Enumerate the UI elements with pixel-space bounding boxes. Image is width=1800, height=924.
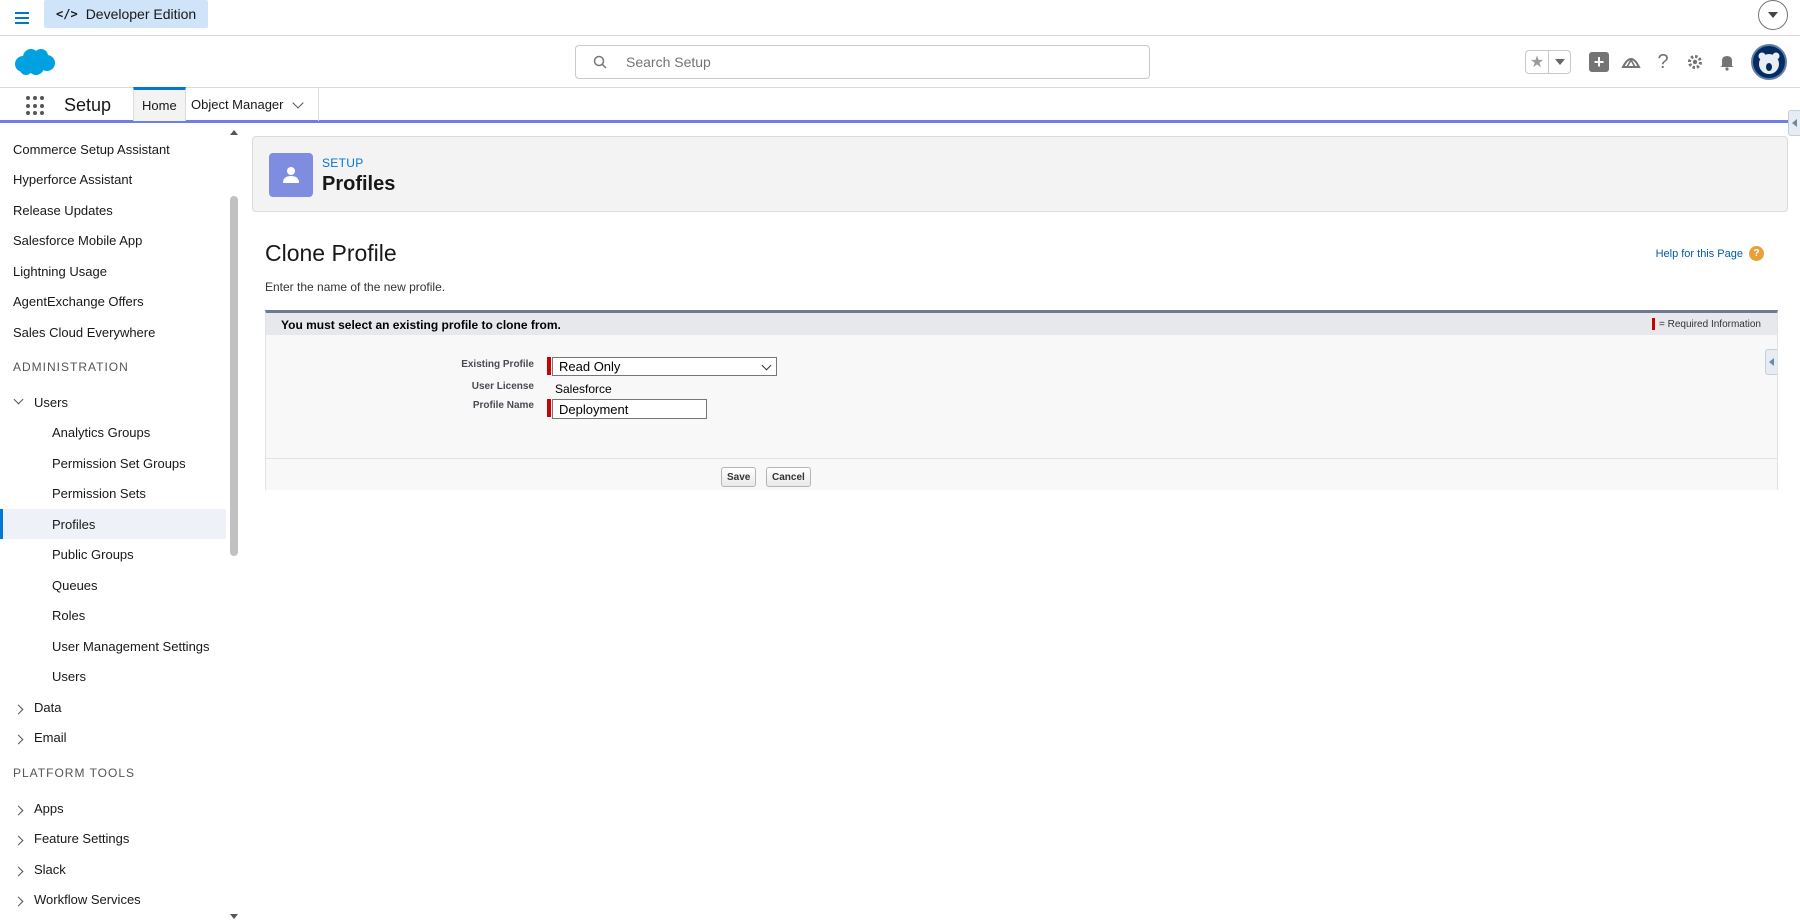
setup-sidebar: Commerce Setup Assistant Hyperforce Assi… [0,126,240,924]
user-license-label: User License [471,381,534,392]
tab-home[interactable]: Home [133,87,186,121]
scroll-down-arrow[interactable] [230,914,238,919]
tab-object-manager[interactable]: Object Manager [183,88,319,121]
help-icon[interactable]: ? [1647,46,1679,78]
instructions-text: Enter the name of the new profile. [265,280,446,294]
sidebar-item-commerce-setup-assistant[interactable]: Commerce Setup Assistant [0,134,226,164]
code-icon: </> [56,7,78,21]
existing-profile-label: Existing Profile [461,359,534,370]
form-button-row: Save Cancel [266,458,1777,490]
gear-icon[interactable] [1679,46,1711,78]
sidebar-item-profiles[interactable]: Profiles [0,509,226,539]
sidebar-scrollbar[interactable] [230,196,238,556]
clone-profile-title: Clone Profile [265,240,397,266]
sidebar-item-analytics-groups[interactable]: Analytics Groups [0,417,226,447]
hamburger-icon[interactable] [10,6,34,30]
right-edge-panel-handle[interactable] [1788,110,1800,136]
search-input[interactable] [626,52,1126,72]
sidebar-item-permission-set-groups[interactable]: Permission Set Groups [0,448,226,478]
side-panel-handle[interactable] [1765,349,1777,375]
tab-object-manager-label: Object Manager [191,97,284,112]
salesforce-cloud-logo[interactable] [12,47,56,77]
clone-profile-panel: Clone Profile Help for this Page ? Enter… [252,226,1788,916]
scroll-up-arrow[interactable] [230,130,238,135]
sidebar-group-data[interactable]: Data [0,692,226,722]
sidebar-item-sales-cloud-everywhere[interactable]: Sales Cloud Everywhere [0,317,226,347]
favorites-dropdown-icon[interactable] [1548,51,1570,73]
setup-navbar: Setup Home Object Manager [0,87,1800,123]
edition-label: Developer Edition [85,6,197,22]
sidebar-item-hyperforce-assistant[interactable]: Hyperforce Assistant [0,164,226,194]
main-content: SETUP Profiles Clone Profile Help for th… [252,126,1800,924]
clone-profile-form: You must select an existing profile to c… [265,310,1778,490]
sidebar-item-roles[interactable]: Roles [0,600,226,630]
page-header: SETUP Profiles [252,136,1788,212]
help-icon: ? [1749,246,1764,261]
existing-profile-value: Read Only [559,359,621,374]
profile-name-label: Profile Name [472,400,534,411]
required-info-label: = Required Information [1658,318,1761,330]
save-button[interactable]: Save [721,467,757,487]
existing-profile-select[interactable]: Read Only [552,357,777,376]
sidebar-heading-platform-tools: PLATFORM TOOLS [13,766,136,780]
sidebar-group-email[interactable]: Email [0,722,226,752]
sidebar-group-slack[interactable]: Slack [0,854,226,884]
developer-edition-badge[interactable]: </> Developer Edition [44,0,209,28]
sidebar-group-apps[interactable]: Apps [0,793,226,823]
chevron-down-icon [761,360,772,371]
help-for-this-page-link[interactable]: Help for this Page ? [1656,246,1764,261]
page-title: Profiles [322,173,396,195]
bell-icon[interactable] [1711,46,1743,78]
sidebar-item-salesforce-mobile-app[interactable]: Salesforce Mobile App [0,225,226,255]
sidebar-item-public-groups[interactable]: Public Groups [0,539,226,569]
page-eyebrow: SETUP [322,156,364,170]
sidebar-item-lightning-usage[interactable]: Lightning Usage [0,256,226,286]
sidebar-item-permission-sets[interactable]: Permission Sets [0,478,226,508]
sidebar-group-workflow-services[interactable]: Workflow Services [0,884,226,914]
header-icon-group: ★ + ? [1525,43,1800,81]
app-name: Setup [64,95,112,115]
favorites-group: ★ [1525,50,1571,74]
sidebar-item-user-management-settings[interactable]: User Management Settings [0,631,226,661]
star-icon[interactable]: ★ [1526,51,1548,73]
sidebar-item-queues[interactable]: Queues [0,570,226,600]
top-utility-bar: </> Developer Edition [0,0,1800,36]
search-icon [593,55,607,69]
sidebar-item-release-updates[interactable]: Release Updates [0,195,226,225]
required-marker [547,357,551,375]
global-header: ★ + ? [0,37,1800,87]
required-marker [1651,318,1655,330]
form-banner: You must select an existing profile to c… [266,313,1777,335]
required-information-legend: = Required Information [1651,318,1761,330]
required-marker [547,399,551,417]
cancel-button[interactable]: Cancel [766,467,811,487]
app-launcher-icon[interactable] [26,96,46,116]
trailhead-icon[interactable] [1615,46,1647,78]
user-license-value: Salesforce [555,382,612,396]
user-icon [269,153,313,197]
banner-message: You must select an existing profile to c… [281,318,561,332]
avatar[interactable] [1751,44,1787,80]
sidebar-group-users[interactable]: Users [0,387,226,417]
sidebar-heading-administration: ADMINISTRATION [13,360,129,374]
search-setup-box[interactable] [575,45,1150,79]
sidebar-item-agentexchange-offers[interactable]: AgentExchange Offers [0,286,226,316]
chevron-down-icon[interactable] [291,96,304,109]
help-link-label: Help for this Page [1655,247,1743,260]
profile-name-input[interactable] [552,399,707,419]
sidebar-group-feature-settings[interactable]: Feature Settings [0,823,226,853]
sidebar-item-users[interactable]: Users [0,661,226,691]
plus-icon[interactable]: + [1583,46,1615,78]
top-dropdown-button[interactable] [1758,0,1788,30]
